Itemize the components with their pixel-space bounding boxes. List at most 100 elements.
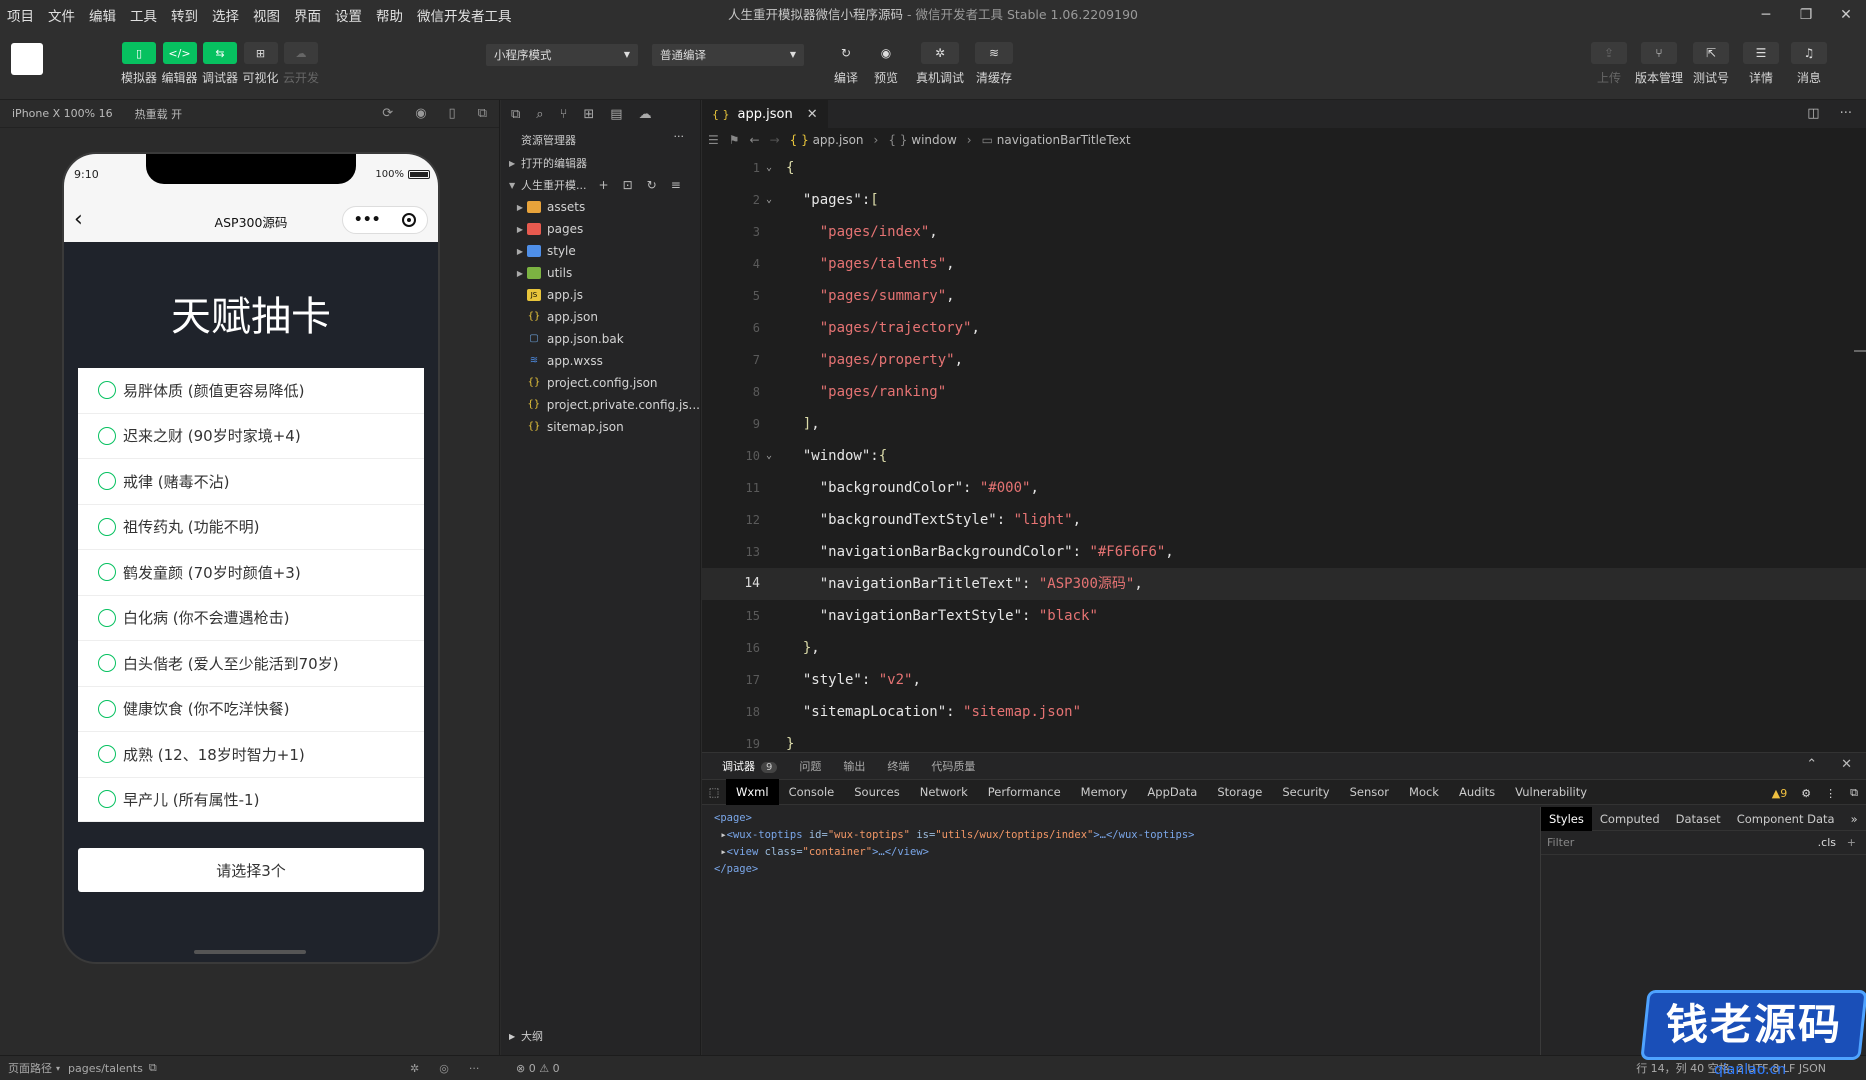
breadcrumb-key[interactable]: ▭ navigationBarTitleText — [982, 133, 1131, 147]
radio-button[interactable] — [98, 654, 116, 673]
file-folder[interactable]: ▶ ▬ pages — [501, 218, 700, 240]
breadcrumb-window[interactable]: { } window — [888, 133, 956, 147]
dom-node-page[interactable]: <page> — [714, 810, 1528, 827]
toolbar-layout-button[interactable]: ⊞ 可视化 — [241, 42, 281, 86]
radio-button[interactable] — [98, 608, 116, 627]
chevron-up-icon[interactable]: ⌃ — [1806, 757, 1817, 772]
gear-icon[interactable]: ⚙ — [1801, 787, 1811, 800]
list-item[interactable]: 白头偕老 (爱人至少能活到70岁) — [78, 641, 424, 687]
search-icon[interactable]: ⌕ — [536, 107, 543, 122]
list-item[interactable]: 祖传药丸 (功能不明) — [78, 505, 424, 550]
device-select[interactable]: iPhone X 100% 16 — [12, 107, 113, 120]
code-line[interactable]: 1 ⌄ { — [702, 152, 1866, 184]
new-file-icon[interactable]: + — [599, 178, 609, 192]
list-item[interactable]: 健康饮食 (你不吃洋快餐) — [78, 687, 424, 732]
list-item[interactable]: 鹤发童颜 (70岁时颜值+3) — [78, 550, 424, 596]
extensions-icon[interactable]: ⊞ — [583, 107, 594, 122]
phone-icon[interactable]: ▯ — [449, 106, 456, 121]
maximize-icon[interactable]: ❐ — [1786, 0, 1826, 30]
code-line[interactable]: 3 "pages/index", — [702, 216, 1866, 248]
toolbar-branch-button[interactable]: ⑂ 版本管理 — [1634, 42, 1684, 86]
list-icon[interactable]: ☰ — [708, 133, 719, 147]
tab-debugger-4[interactable]: 代码质量 — [931, 758, 975, 774]
close-capsule-icon[interactable] — [402, 213, 417, 227]
toolbar-eye-button[interactable]: ◉ 预览 — [864, 42, 908, 86]
tab-mock[interactable]: Mock — [1399, 779, 1449, 805]
menu-item[interactable]: 设置 — [328, 5, 369, 25]
menu-item[interactable]: 编辑 — [82, 5, 123, 25]
tab-vulnerability[interactable]: Vulnerability — [1505, 779, 1597, 805]
files-icon[interactable]: ⧉ — [511, 107, 520, 122]
fold-chevron-icon[interactable]: ⌄ — [766, 440, 772, 472]
code-line[interactable]: 8 "pages/ranking" — [702, 376, 1866, 408]
tab-debugger-0[interactable]: 调试器 9 — [722, 758, 778, 774]
tab-console[interactable]: Console — [779, 779, 845, 805]
close-icon[interactable]: ✕ — [1841, 757, 1852, 772]
list-item[interactable]: 迟来之财 (90岁时家境+4) — [78, 414, 424, 459]
radio-button[interactable] — [98, 699, 116, 718]
list-item[interactable]: 戒律 (赌毒不沾) — [78, 459, 424, 505]
kebab-icon[interactable]: ⋮ — [1825, 787, 1836, 800]
dom-node-toptips[interactable]: ▸<wux-toptips id="wux-toptips" is="utils… — [714, 827, 1528, 844]
radio-button[interactable] — [98, 517, 116, 536]
bug-icon[interactable]: ✲ — [410, 1062, 419, 1075]
toolbar-refresh-button[interactable]: ↻ 编译 — [824, 42, 868, 86]
list-item[interactable]: 早产儿 (所有属性-1) — [78, 778, 424, 822]
project-avatar[interactable] — [11, 43, 43, 75]
more-tabs-icon[interactable]: » — [1843, 812, 1866, 826]
code-line[interactable]: 5 "pages/summary", — [702, 280, 1866, 312]
menu-item[interactable]: 项目 — [0, 5, 41, 25]
capsule-menu[interactable]: ••• — [342, 206, 428, 234]
hot-reload-select[interactable]: 热重载 开 — [135, 106, 183, 122]
code-line[interactable]: 17 "style": "v2", — [702, 664, 1866, 696]
tab-sources[interactable]: Sources — [844, 779, 910, 805]
dom-node-view[interactable]: ▸<view class="container">…</view> — [714, 844, 1528, 861]
radio-button[interactable] — [98, 790, 116, 808]
code-line[interactable]: 6 "pages/trajectory", — [702, 312, 1866, 344]
radio-button[interactable] — [98, 472, 116, 491]
close-tab-icon[interactable]: ✕ — [807, 107, 818, 122]
refresh-icon[interactable]: ↻ — [647, 178, 657, 192]
inspect-icon[interactable]: ⬚ — [702, 785, 726, 799]
back-arrow-icon[interactable]: ← — [750, 133, 760, 147]
tab-styles-2[interactable]: Dataset — [1668, 812, 1729, 826]
list-item[interactable]: 成熟 (12、18岁时智力+1) — [78, 732, 424, 778]
code-line[interactable]: 14 "navigationBarTitleText": "ASP300源码", — [702, 568, 1866, 600]
file-wxss[interactable]: ≋ app.wxss — [501, 350, 700, 372]
list-item[interactable]: 易胖体质 (颜值更容易降低) — [78, 368, 424, 414]
toolbar-external-button[interactable]: ⇱ 测试号 — [1686, 42, 1736, 86]
storage-icon[interactable]: ▤ — [610, 107, 622, 122]
project-section[interactable]: ▼ 人生重开模... + ⊡ ↻ ≡ — [501, 174, 700, 196]
tab-network[interactable]: Network — [910, 779, 978, 805]
page-path[interactable]: pages/talents — [60, 1062, 143, 1075]
tab-security[interactable]: Security — [1272, 779, 1339, 805]
radio-button[interactable] — [98, 563, 116, 582]
toolbar-debug-button[interactable]: ⇆ 调试器 — [200, 42, 240, 86]
toolbar-bug-button[interactable]: ✲ 真机调试 — [914, 42, 966, 86]
fold-chevron-icon[interactable]: ⌄ — [766, 152, 772, 184]
problems-count[interactable]: ⊗ 0 ⚠ 0 — [516, 1062, 560, 1075]
select-button[interactable]: 请选择3个 — [78, 848, 424, 892]
new-folder-icon[interactable]: ⊡ — [623, 178, 633, 192]
radio-button[interactable] — [98, 426, 116, 445]
file-file[interactable]: ▢ app.json.bak — [501, 328, 700, 350]
toolbar-upload-button[interactable]: ⇪ 上传 — [1584, 42, 1634, 86]
code-line[interactable]: 16 }, — [702, 632, 1866, 664]
toolbar-cloud-button[interactable]: ☁ 云开发 — [281, 42, 321, 86]
code-line[interactable]: 12 "backgroundTextStyle": "light", — [702, 504, 1866, 536]
dom-node-page-close[interactable]: </page> — [714, 861, 1528, 878]
code-line[interactable]: 18 "sitemapLocation": "sitemap.json" — [702, 696, 1866, 728]
mode-select[interactable]: 小程序模式 ▼ — [486, 44, 638, 66]
tab-appdata[interactable]: AppData — [1137, 779, 1207, 805]
toolbar-bell-button[interactable]: ♫ 消息 — [1784, 42, 1834, 86]
menu-item[interactable]: 界面 — [287, 5, 328, 25]
bookmark-icon[interactable]: ⚑ — [729, 133, 740, 147]
tab-debugger-2[interactable]: 输出 — [843, 758, 865, 774]
menu-item[interactable]: 工具 — [123, 5, 164, 25]
file-js[interactable]: JS app.js — [501, 284, 700, 306]
menu-item[interactable]: 帮助 — [369, 5, 410, 25]
file-folder[interactable]: ▶ ▬ utils — [501, 262, 700, 284]
menu-item[interactable]: 微信开发者工具 — [410, 5, 519, 25]
cloud-icon[interactable]: ☁ — [639, 107, 652, 122]
tab-audits[interactable]: Audits — [1449, 779, 1505, 805]
